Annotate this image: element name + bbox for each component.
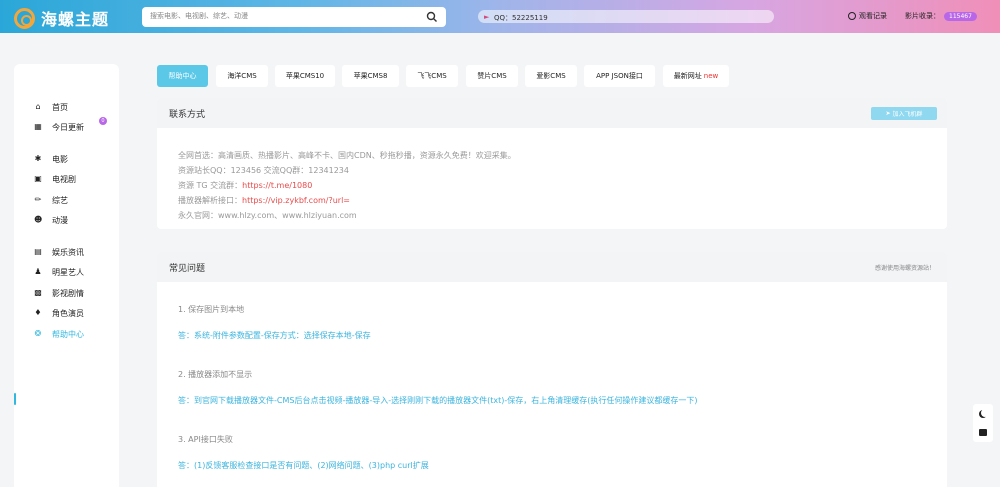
home-icon: ⌂ (35, 102, 41, 111)
tab-latest-url-label: 最新网址 (673, 72, 702, 80)
video-count-label: 影片收录： (905, 12, 940, 20)
faq-note: 感谢使用海螺资源站！ (874, 265, 935, 272)
tab-maccms10[interactable]: 苹果CMS10 (275, 65, 335, 87)
tab-feifeicms[interactable]: 飞飞CMS (406, 65, 458, 87)
search-box[interactable]: 搜索电影、电视剧、综艺、动漫 (142, 7, 446, 27)
video-count: 影片收录： 115467 (905, 11, 977, 21)
sidebar-item-tv[interactable]: ▣ 电视剧 (34, 172, 76, 186)
sidebar-item-help[interactable]: ❂ 帮助中心 (34, 327, 84, 341)
sidebar-item-label: 今日更新 (52, 122, 84, 132)
tab-latest-url[interactable]: 最新网址 new (663, 65, 729, 87)
sidebar-item-label: 角色演员 (52, 308, 84, 318)
sidebar-item-roles[interactable]: ♦ 角色演员 (34, 306, 84, 320)
paper-plane-icon: ➤ (885, 110, 893, 117)
clapper-icon: ▩ (34, 288, 42, 297)
sidebar-item-label: 综艺 (52, 195, 68, 205)
sidebar-item-label: 帮助中心 (52, 329, 84, 339)
sidebar-item-label: 首页 (52, 102, 68, 112)
tab-aiyingcms[interactable]: 爱影CMS (525, 65, 577, 87)
moon-icon[interactable] (981, 409, 989, 417)
star-person-icon: ♟ (34, 267, 42, 276)
today-badge: 0 (99, 117, 107, 125)
sidebar-item-label: 动漫 (52, 215, 68, 225)
sidebar-item-label: 电影 (52, 154, 68, 164)
watch-history-link[interactable]: 观看记录 (848, 11, 887, 21)
speaker-icon: ► (484, 13, 490, 21)
contact-line: 永久官网：www.hlzy.com、www.hlziyuan.com (178, 211, 357, 220)
join-telegram-button[interactable]: ➤ 加入飞机群 (871, 107, 937, 120)
watch-history-label: 观看记录 (859, 12, 887, 20)
news-icon: ▤ (34, 247, 42, 256)
tab-maccms8[interactable]: 苹果CMS8 (342, 65, 399, 87)
calendar-icon: ▦ (34, 122, 42, 131)
join-telegram-label: 加入飞机群 (892, 111, 923, 118)
video-count-badge: 115467 (944, 11, 977, 21)
floating-toolbar (973, 404, 993, 442)
sidebar-item-stars[interactable]: ♟ 明星艺人 (34, 265, 84, 279)
sidebar-item-label: 明星艺人 (52, 267, 84, 277)
contact-line: 全网首选：高清画质、热播影片、高峰不卡、国内CDN、秒拖秒播，资源永久免费！欢迎… (178, 151, 516, 160)
contact-line-label: 播放器解析接口： (178, 196, 242, 205)
contact-title: 联系方式 (169, 110, 206, 120)
tv-icon: ▣ (34, 174, 42, 183)
site-logo[interactable]: 海螺主题 (14, 6, 109, 30)
faq-answer: 答：到官网下载播放器文件-CMS后台点击视频-播放器-导入-选择刚刚下载的播放器… (178, 396, 698, 405)
logo-text: 海螺主题 (41, 10, 110, 29)
contact-line: 播放器解析接口：https://vip.zykbf.com/?url= (178, 195, 350, 206)
faq-question: 3. API接口失败 (178, 435, 233, 444)
tab-help[interactable]: 帮助中心 (157, 65, 208, 87)
help-icon: ❂ (34, 329, 42, 338)
sidebar-item-anime[interactable]: ☻ 动漫 (34, 213, 68, 227)
sidebar-item-news[interactable]: ▤ 娱乐资讯 (34, 245, 84, 259)
mic-icon: ✏ (34, 195, 42, 204)
tab-seacms[interactable]: 海洋CMS (216, 65, 268, 87)
notice-bar: ► QQ：52225119 (478, 10, 774, 23)
faq-answer: 答：(1)反馈客服检查接口是否有问题、(2)网络问题、(3)php curl扩展 (178, 461, 429, 470)
sidebar-item-movie[interactable]: ✱ 电影 (34, 152, 68, 166)
sidebar-item-home[interactable]: ⌂ 首页 (34, 100, 68, 114)
faq-question: 1. 保存图片到本地 (178, 305, 245, 314)
sidebar-item-label: 电视剧 (52, 174, 76, 184)
faq-question: 2. 播放器添加不显示 (178, 370, 253, 379)
player-api-link[interactable]: https://vip.zykbf.com/?url= (242, 196, 350, 205)
faq-title: 常见问题 (169, 264, 206, 274)
telegram-group-link[interactable]: https://t.me/1080 (242, 181, 312, 190)
tab-app-json[interactable]: APP JSON接口 (584, 65, 655, 87)
contact-card: 联系方式 ➤ 加入飞机群 全网首选：高清画质、热播影片、高峰不卡、国内CDN、秒… (157, 98, 947, 229)
sidebar-item-today[interactable]: ▦ 今日更新 (34, 120, 84, 134)
tab-zanpiancms[interactable]: 赞片CMS (466, 65, 518, 87)
chat-icon[interactable] (979, 429, 987, 436)
film-icon: ✱ (34, 154, 42, 163)
sidebar: ⌂ 首页 ▦ 今日更新 0 ✱ 电影 ▣ 电视剧 ✏ 综艺 ☻ 动漫 ▤ 娱乐资… (14, 64, 119, 487)
contact-line: 资源站长QQ：123456 交流QQ群：12341234 (178, 166, 349, 175)
anime-icon: ☻ (34, 215, 43, 224)
new-badge: new (703, 72, 719, 80)
clock-icon (848, 12, 856, 20)
sidebar-item-variety[interactable]: ✏ 综艺 (34, 193, 68, 207)
notice-text: QQ：52225119 (494, 14, 548, 22)
faq-card: 常见问题 感谢使用海螺资源站！ 1. 保存图片到本地 答：系统-附件参数配置-保… (157, 252, 947, 487)
sidebar-item-label: 娱乐资讯 (52, 247, 84, 257)
top-header: 海螺主题 搜索电影、电视剧、综艺、动漫 ► QQ：52225119 观看记录 影… (0, 0, 1000, 33)
search-input[interactable]: 搜索电影、电视剧、综艺、动漫 (150, 11, 248, 21)
search-icon[interactable] (426, 11, 438, 23)
contact-line-label: 资源 TG 交流群： (178, 181, 243, 190)
contact-card-header: 联系方式 ➤ 加入飞机群 (157, 98, 947, 128)
logo-icon (14, 7, 35, 29)
sidebar-item-plots[interactable]: ▩ 影视剧情 (34, 286, 84, 300)
active-indicator (14, 393, 16, 405)
faq-card-header: 常见问题 感谢使用海螺资源站！ (157, 252, 947, 282)
faq-answer: 答：系统-附件参数配置-保存方式：选择保存本地-保存 (178, 331, 371, 340)
sidebar-item-label: 影视剧情 (52, 288, 84, 298)
role-icon: ♦ (34, 308, 42, 317)
contact-line: 资源 TG 交流群：https://t.me/1080 (178, 180, 312, 191)
